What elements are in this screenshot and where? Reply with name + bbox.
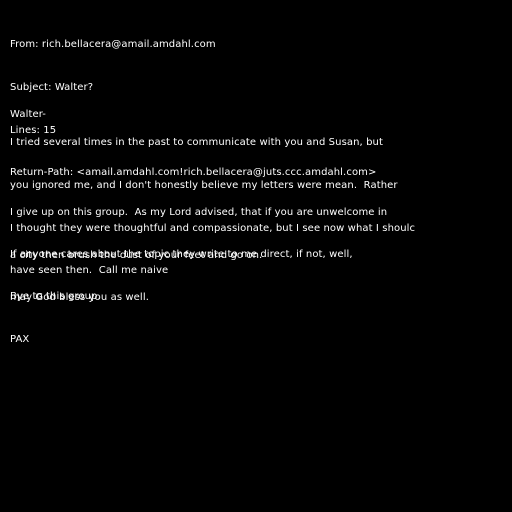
paragraph-line: I tried several times in the past to com… — [10, 137, 384, 149]
closing-line: Bye to this group. — [10, 291, 101, 303]
signature-line: PAX — [10, 334, 30, 345]
email-closing: Bye to this group. PAX — [10, 262, 510, 376]
email-message-view: From: rich.bellacera@amail.amdahl.com Su… — [0, 0, 512, 512]
paragraph-line: I give up on this group. As my Lord advi… — [10, 207, 388, 219]
from-header: From: rich.bellacera@amail.amdahl.com — [10, 39, 216, 51]
paragraph-line: If anyone cares about the topic they wri… — [10, 249, 353, 261]
